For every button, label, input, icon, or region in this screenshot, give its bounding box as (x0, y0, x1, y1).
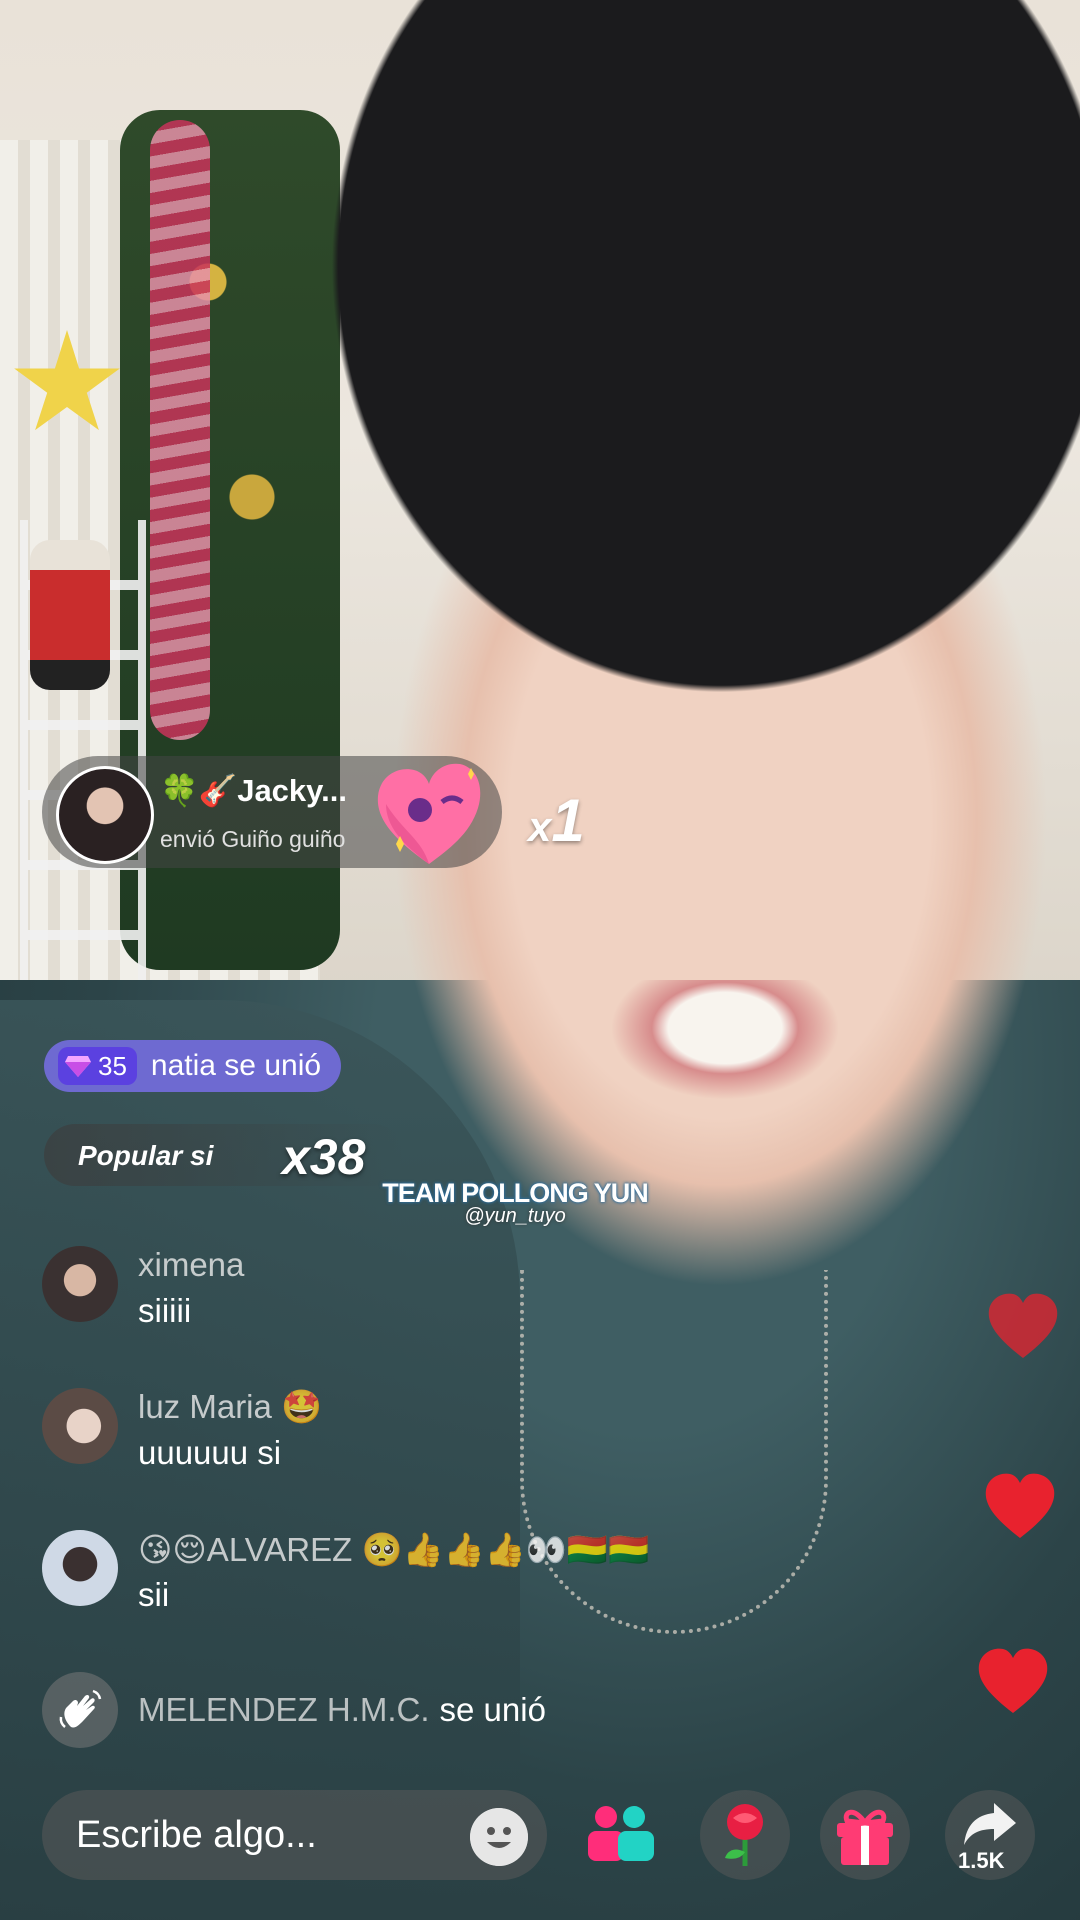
gift-count: x1 (528, 787, 585, 854)
system-message-action: se unió (439, 1691, 546, 1728)
commenter-avatar[interactable] (42, 1388, 118, 1464)
wave-hand-icon (42, 1672, 118, 1748)
gem-icon (65, 1056, 91, 1077)
gift-sender-avatar[interactable] (56, 766, 154, 864)
commenter-name: luz Maria 🤩 (138, 1388, 323, 1425)
share-count: 1.5K (958, 1848, 1005, 1873)
join-banner: 35 natia se unió (44, 1040, 342, 1092)
garland (150, 120, 210, 740)
comment-input-placeholder: Escribe algo... (76, 1814, 317, 1856)
gift-heart-wink-icon (377, 763, 481, 864)
system-join-message: MELENDEZ H.M.C. se unió (42, 1670, 546, 1750)
gift-icon (837, 1809, 893, 1865)
live-video-background (0, 0, 1080, 1920)
join-text: natia se unió (150, 1049, 322, 1082)
heart-icon (985, 1473, 1055, 1538)
gift-sender-name: 🍀🎸Jacky... (160, 773, 347, 808)
commenter-avatar[interactable] (42, 1530, 118, 1606)
comment-text: sii (138, 1576, 170, 1613)
streamer-mouth (610, 980, 840, 1100)
heart-icon (988, 1293, 1058, 1358)
commenter-avatar[interactable] (42, 1246, 118, 1322)
commenter-name: 😘😌ALVAREZ 🥺👍👍👍👀🇧🇴🇧🇴 (138, 1531, 650, 1568)
level-badge: 35 (58, 1047, 137, 1085)
collab-button[interactable] (575, 1790, 665, 1880)
gift-button[interactable] (820, 1790, 910, 1880)
commenter-name: ximena (138, 1246, 245, 1283)
heart-icon (978, 1648, 1048, 1713)
smile-icon[interactable] (470, 1808, 528, 1866)
necklace (520, 1270, 828, 1634)
rose-icon (725, 1804, 763, 1866)
comment-text: siiiii (138, 1292, 192, 1329)
watermark: TEAM POLLONG YUN @yun_tuyo (360, 1178, 670, 1228)
comment-text: uuuuuu si (138, 1434, 282, 1471)
level-number: 35 (98, 1050, 127, 1081)
rose-gift-button[interactable] (700, 1790, 790, 1880)
santa-ornament (30, 540, 110, 690)
popular-text: Popular si (78, 1140, 214, 1171)
gift-message: envió Guiño guiño (160, 826, 346, 852)
system-message-user: MELENDEZ H.M.C. (138, 1691, 430, 1728)
share-icon (964, 1803, 1016, 1845)
popular-count: x38 (282, 1129, 366, 1185)
collab-icon (588, 1806, 654, 1861)
streamer-hair (270, 0, 1080, 760)
